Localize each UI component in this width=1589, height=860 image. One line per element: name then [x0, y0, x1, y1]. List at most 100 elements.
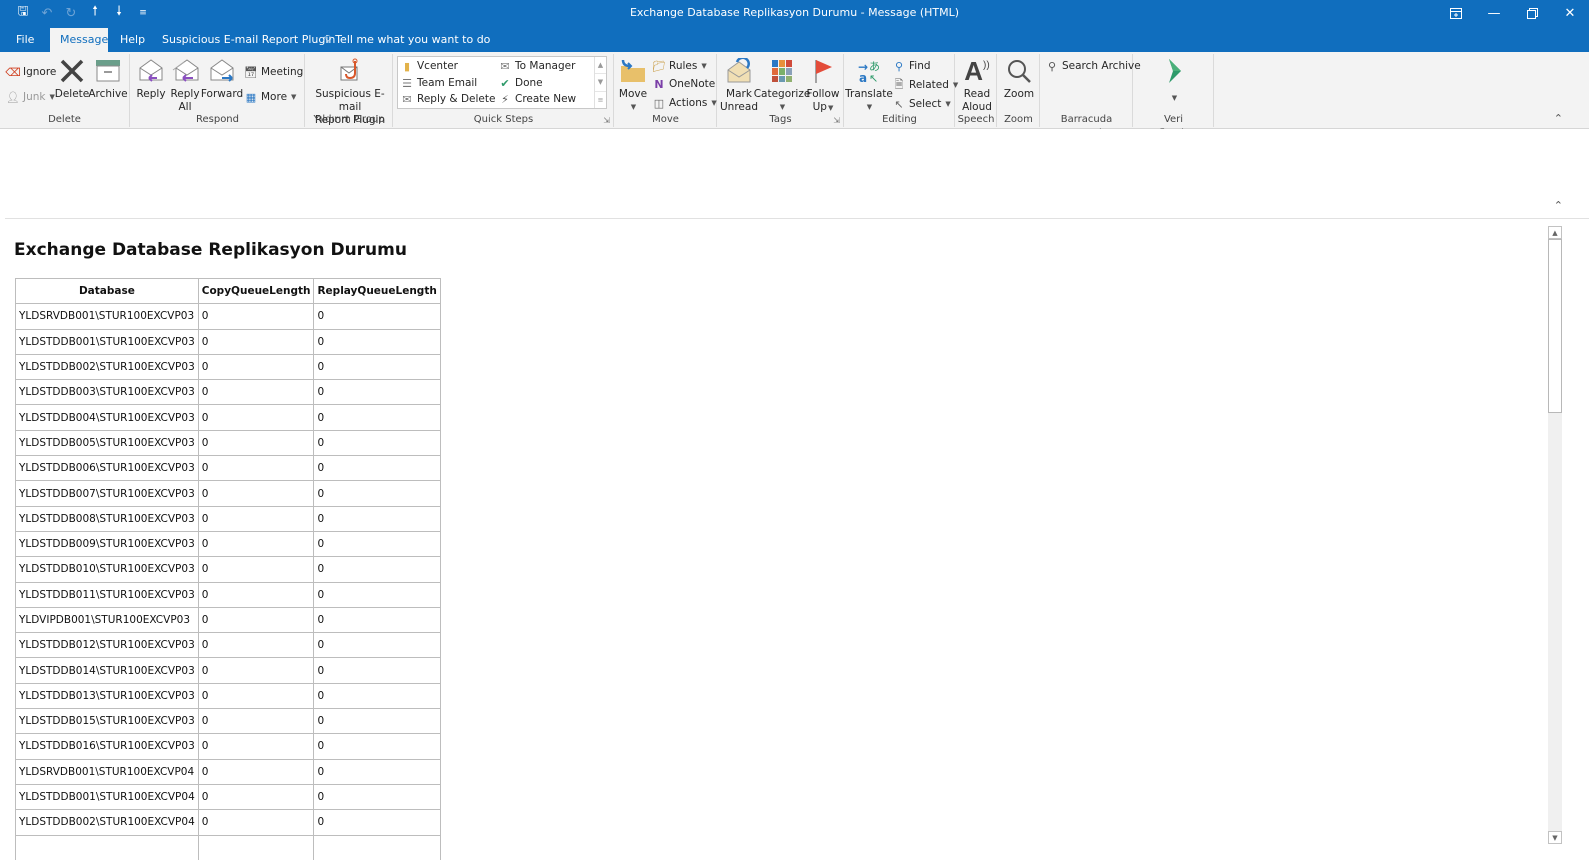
checkmark-icon: ✔: [500, 76, 510, 90]
quickstep-label: Create New: [515, 93, 577, 105]
quickstep-reply-delete[interactable]: ✉ Reply & Delete: [400, 91, 495, 107]
expand-gallery-icon[interactable]: ≡: [595, 92, 606, 108]
quickstep-to-manager[interactable]: ✉ To Manager: [498, 58, 575, 74]
follow-up-button[interactable]: Follow Up▼: [805, 56, 841, 115]
delete-button[interactable]: Delete: [55, 56, 89, 101]
cell-database: YLDSTDDB008\STUR100EXCVP03: [15, 505, 199, 532]
translate-button[interactable]: → あ a ↖ Translate ▼: [845, 56, 893, 114]
cell-database: YLDVIPDB001\STUR100EXCVP03: [15, 606, 199, 634]
scroll-up-icon[interactable]: ▲: [595, 57, 606, 75]
cell-replay-queue-length: 0: [313, 530, 441, 558]
title-bar: 🖫 ↶ ↻ 🠕 🠗 ≡ Exchange Database Replikasyo…: [0, 0, 1589, 28]
archive-label: Archive: [88, 88, 128, 100]
cell-replay-queue-length: 0: [313, 303, 441, 330]
cell-database: YLDSTDDB002\STUR100EXCVP03: [15, 353, 199, 381]
tell-me-search[interactable]: 💡︎ Tell me what you want to do: [324, 28, 490, 52]
quickstep-vcenter[interactable]: ▮ Vcenter: [400, 58, 458, 74]
tab-help[interactable]: Help: [110, 28, 155, 52]
move-button[interactable]: Move ▼: [617, 56, 649, 114]
categorize-button[interactable]: Categorize ▼: [754, 56, 810, 114]
archive-button[interactable]: Archive: [88, 56, 128, 101]
find-button[interactable]: ⚲ Find: [892, 58, 931, 74]
cell-replay-queue-length: 0: [313, 328, 441, 355]
quickstep-label: To Manager: [515, 60, 576, 72]
select-button[interactable]: ↖ Select ▼: [892, 96, 950, 112]
message-heading: Exchange Database Replikasyon Durumu: [14, 240, 407, 260]
cell-database: YLDSTDDB005\STUR100EXCVP03: [15, 429, 199, 457]
quickstep-done[interactable]: ✔ Done: [498, 75, 542, 91]
collapse-header-icon[interactable]: ⌃: [1554, 199, 1563, 212]
mark-unread-label-1: Mark: [726, 88, 752, 100]
mark-unread-button[interactable]: Mark Unread: [720, 56, 758, 114]
restore-button[interactable]: [1513, 0, 1551, 26]
cell-database: YLDSTDDB015\STUR100EXCVP03: [15, 708, 199, 735]
search-archive-button[interactable]: ⚲ Search Archive: [1045, 58, 1141, 74]
quickstep-label: Team Email: [417, 77, 478, 89]
follow-up-label-1: Follow: [806, 88, 840, 100]
read-aloud-button[interactable]: A)) Read Aloud: [958, 56, 996, 114]
data-classification-button[interactable]: ▼: [1154, 56, 1194, 105]
reply-button[interactable]: Reply: [135, 56, 167, 101]
group-label-editing: Editing: [882, 114, 917, 125]
tab-message[interactable]: Message: [50, 28, 108, 52]
reply-all-icon: [169, 56, 201, 86]
magnifier-icon: [1003, 56, 1035, 86]
cell-replay-queue-length: 0: [313, 682, 441, 710]
quickstep-team-email[interactable]: ☰ Team Email: [400, 75, 477, 91]
quick-steps-scrollbar[interactable]: ▲ ▼ ≡: [594, 57, 606, 108]
cell-copy-queue-length: 0: [197, 657, 315, 684]
cell-copy-queue-length: 0: [197, 530, 315, 558]
cell-copy-queue-length: [197, 834, 315, 860]
cell-database: YLDSTDDB009\STUR100EXCVP03: [15, 530, 199, 558]
tags-launcher-icon[interactable]: ⇲: [833, 116, 840, 125]
vertical-scrollbar[interactable]: ▲ ▼: [1548, 226, 1562, 844]
scroll-up-arrow[interactable]: ▲: [1548, 226, 1562, 239]
minimize-button[interactable]: —: [1475, 0, 1513, 26]
tab-suspicious-email-plugin[interactable]: Suspicious E-mail Report Plugin: [152, 28, 345, 52]
zoom-label: Zoom: [1003, 88, 1035, 100]
mark-unread-icon: [723, 56, 755, 86]
cell-replay-queue-length: 0: [313, 606, 441, 634]
tab-file[interactable]: File: [6, 28, 44, 52]
close-button[interactable]: ✕: [1551, 0, 1589, 26]
related-button[interactable]: 🗎︎ Related ▼: [892, 77, 959, 93]
scrollbar-thumb[interactable]: [1548, 239, 1562, 413]
quick-steps-launcher-icon[interactable]: ⇲: [603, 116, 610, 125]
more-respond-button[interactable]: ▦ More ▼: [244, 89, 297, 105]
cell-copy-queue-length: 0: [197, 303, 315, 330]
ribbon-display-options-button[interactable]: [1437, 0, 1475, 26]
junk-button[interactable]: 👤︎ Junk ▼: [6, 89, 55, 105]
forward-icon: [206, 56, 238, 86]
column-header-copy-queue: CopyQueueLength: [197, 277, 315, 305]
cell-database: YLDSTDDB001\STUR100EXCVP03: [15, 328, 199, 355]
zoom-button[interactable]: Zoom: [1000, 56, 1038, 101]
cell-database: YLDSTDDB012\STUR100EXCVP03: [15, 632, 199, 659]
group-speech: A)) Read Aloud Speech: [956, 54, 997, 127]
cell-copy-queue-length: 0: [197, 581, 315, 608]
scroll-down-icon[interactable]: ▼: [595, 74, 606, 92]
onenote-button[interactable]: N OneNote: [652, 76, 715, 92]
reply-all-button[interactable]: Reply All: [169, 56, 201, 114]
table-row: YLDSTDDB002\STUR100EXCVP04 0 0: [15, 809, 441, 836]
rules-button[interactable]: 📁︎ Rules ▼: [652, 58, 707, 74]
scroll-down-arrow[interactable]: ▼: [1548, 831, 1562, 844]
actions-button[interactable]: ◫ Actions ▼: [652, 95, 717, 111]
collapse-ribbon-icon[interactable]: ⌃: [1554, 112, 1563, 125]
cell-replay-queue-length: 0: [313, 353, 441, 381]
quickstep-create-new[interactable]: ⚡︎ Create New: [498, 91, 576, 107]
plugin-label-1: Suspicious E-mail: [315, 88, 385, 113]
rules-label: Rules: [669, 60, 698, 72]
forward-button[interactable]: Forward: [201, 56, 243, 101]
cell-copy-queue-length: 0: [197, 809, 315, 836]
ribbon-tab-bar: File Message Help Suspicious E-mail Repo…: [0, 28, 1589, 52]
cell-replay-queue-length: 0: [313, 632, 441, 659]
find-label: Find: [909, 60, 931, 72]
cell-replay-queue-length: 0: [313, 404, 441, 431]
cell-replay-queue-length: 0: [313, 581, 441, 608]
cell-database: YLDSTDDB004\STUR100EXCVP03: [15, 404, 199, 431]
ignore-button[interactable]: ⌫ Ignore: [5, 64, 56, 80]
group-editing: → あ a ↖ Translate ▼ ⚲ Find 🗎︎ Related ▼ ↖ Sel…: [845, 54, 959, 127]
group-label-yildirim: Yıldırım Group: [313, 114, 385, 125]
group-veri-siniflandirma: ▼ Veri Sınıflandırma: [1134, 54, 1214, 139]
meeting-button[interactable]: 📅︎ Meeting: [244, 64, 303, 80]
